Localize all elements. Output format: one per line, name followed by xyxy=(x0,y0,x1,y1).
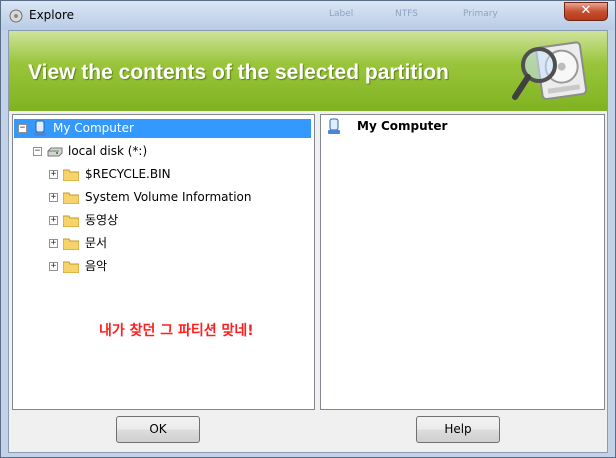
tree-item-folder[interactable]: + 문서 xyxy=(13,234,313,253)
computer-icon xyxy=(34,120,46,136)
tree-item-folder[interactable]: + 동영상 xyxy=(13,211,313,230)
background-text: Primary xyxy=(463,9,498,19)
explore-window: Explore Label NTFS Primary ✕ View the co… xyxy=(0,0,616,458)
folder-tree-pane[interactable]: − My Computer − local disk (*:) + $RECYC… xyxy=(12,114,315,410)
close-button[interactable]: ✕ xyxy=(564,2,608,21)
tree-item-folder[interactable]: + System Volume Information xyxy=(13,188,313,207)
banner: View the contents of the selected partit… xyxy=(9,31,607,111)
tree-item-label: 문서 xyxy=(85,236,108,250)
help-button[interactable]: Help xyxy=(416,416,500,443)
folder-icon xyxy=(63,261,79,273)
tree-item-my-computer[interactable]: − My Computer xyxy=(13,119,313,138)
tree-item-label: $RECYCLE.BIN xyxy=(85,167,171,181)
computer-icon xyxy=(328,118,340,134)
collapse-icon[interactable]: − xyxy=(33,147,42,156)
dialog-client-area: View the contents of the selected partit… xyxy=(8,30,608,453)
annotation-text: 내가 찾던 그 파티션 맞네! xyxy=(99,323,254,339)
detail-header: My Computer xyxy=(357,119,448,133)
folder-icon xyxy=(63,192,79,204)
tree-item-label: 동영상 xyxy=(85,213,119,227)
tree-item-label: local disk (*:) xyxy=(68,144,148,158)
hard-disk-icon xyxy=(47,147,63,157)
title-bar: Explore Label NTFS Primary ✕ xyxy=(1,1,615,30)
background-text: Label xyxy=(329,9,354,19)
app-icon xyxy=(9,9,23,23)
tree-item-label: 음악 xyxy=(85,259,108,273)
expand-icon[interactable]: + xyxy=(49,262,58,271)
expand-icon[interactable]: + xyxy=(49,239,58,248)
expand-icon[interactable]: + xyxy=(49,170,58,179)
help-button-label: Help xyxy=(444,422,472,436)
collapse-icon[interactable]: − xyxy=(18,124,27,133)
folder-icon xyxy=(63,169,79,181)
detail-pane[interactable]: My Computer xyxy=(320,114,605,410)
background-text: NTFS xyxy=(395,9,418,19)
expand-icon[interactable]: + xyxy=(49,216,58,225)
tree-item-folder[interactable]: + $RECYCLE.BIN xyxy=(13,165,313,184)
window-title: Explore xyxy=(29,8,75,22)
tree-item-local-disk[interactable]: − local disk (*:) xyxy=(13,142,313,161)
banner-title: View the contents of the selected partit… xyxy=(28,61,449,84)
ok-button[interactable]: OK xyxy=(116,416,200,443)
magnifier-hard-disk-icon xyxy=(512,41,588,100)
ok-button-label: OK xyxy=(149,422,167,436)
tree-item-label: System Volume Information xyxy=(85,190,252,204)
tree-item-label: My Computer xyxy=(53,121,134,135)
expand-icon[interactable]: + xyxy=(49,193,58,202)
tree-item-folder[interactable]: + 음악 xyxy=(13,257,313,276)
folder-icon xyxy=(63,238,79,250)
folder-icon xyxy=(63,215,79,227)
